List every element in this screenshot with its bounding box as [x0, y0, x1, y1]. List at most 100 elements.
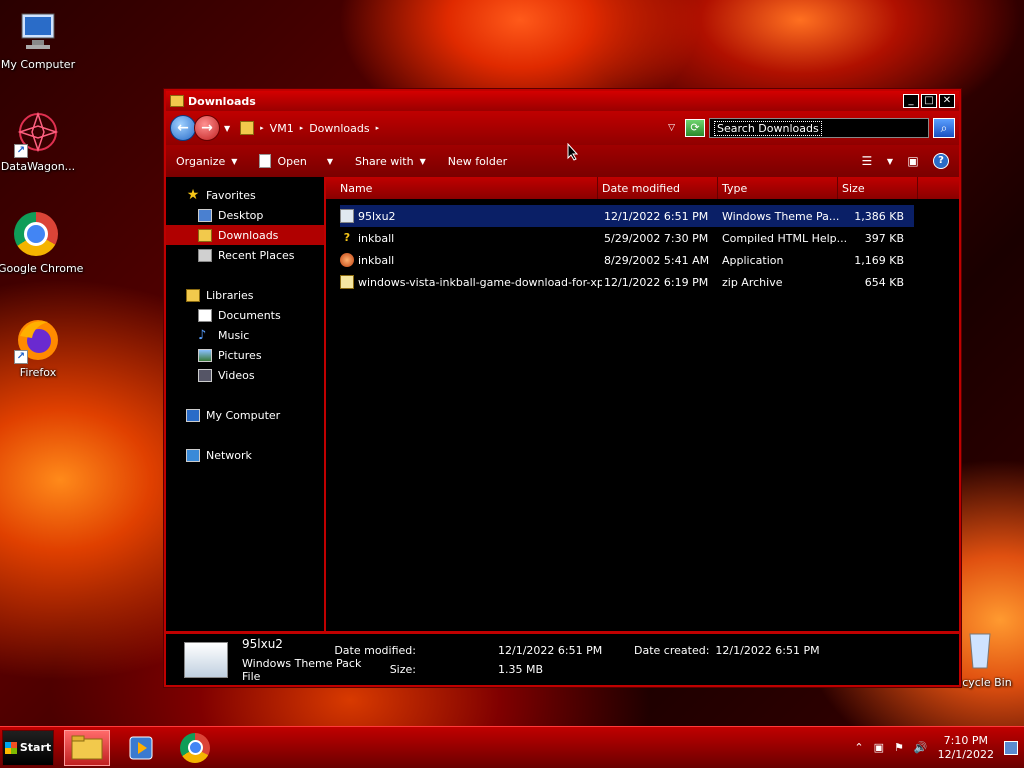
recent-pages-dropdown[interactable]: ▼ [224, 124, 230, 133]
title-bar[interactable]: Downloads _ □ ✕ [166, 91, 959, 111]
application-icon [340, 253, 354, 267]
chevron-down-icon[interactable]: ▼ [887, 157, 893, 166]
breadcrumb[interactable]: ▸ VM1 ▸ Downloads ▸ ▽ [234, 117, 681, 139]
start-button[interactable]: Start [2, 729, 54, 766]
column-name[interactable]: Name [326, 177, 598, 199]
nav-label: Recent Places [218, 248, 295, 262]
new-folder-button[interactable]: New folder [448, 155, 507, 168]
volume-icon[interactable]: 🔊 [914, 741, 928, 754]
nav-pictures[interactable]: Pictures [166, 345, 324, 365]
breadcrumb-item-downloads[interactable]: Downloads [309, 122, 369, 135]
breadcrumb-item-vm1[interactable]: VM1 [270, 122, 294, 135]
show-hidden-icons-icon[interactable]: ⌃ [854, 741, 863, 754]
file-size: 397 KB [864, 231, 904, 245]
column-type[interactable]: Type [718, 177, 838, 199]
file-name: inkball [358, 231, 395, 245]
taskbar-media-player[interactable] [118, 730, 164, 766]
navigation-pane: ★ Favorites Desktop Downloads Recent Pla… [166, 177, 326, 631]
desktop-icon-google-chrome[interactable]: Google Chrome [0, 212, 83, 275]
nav-videos[interactable]: Videos [166, 365, 324, 385]
action-center-icon[interactable]: ⚑ [894, 741, 904, 754]
taskbar-chrome[interactable] [172, 730, 218, 766]
file-row[interactable]: 95lxu2 12/1/2022 6:51 PM Windows Theme P… [340, 205, 914, 227]
computer-icon [186, 408, 200, 422]
back-button[interactable]: ← [170, 115, 196, 141]
organize-button[interactable]: Organize ▼ [176, 155, 237, 168]
forward-button[interactable]: → [194, 115, 220, 141]
nav-favorites[interactable]: ★ Favorites [166, 185, 324, 205]
desktop-icon-datawagon[interactable]: ↗ DataWagon... [0, 110, 78, 173]
breadcrumb-separator[interactable]: ▸ [376, 124, 380, 132]
nav-label: Documents [218, 308, 281, 322]
file-row[interactable]: inkball 8/29/2002 5:41 AM Application 1,… [340, 249, 959, 271]
file-type: zip Archive [722, 275, 783, 289]
column-date-modified[interactable]: Date modified [598, 177, 718, 199]
network-tray-icon[interactable]: ▣ [874, 741, 884, 754]
taskbar: Start ⌃ ▣ ⚑ 🔊 7:10 PM 12/1/2022 [0, 726, 1024, 768]
details-date-modified: 12/1/2022 6:51 PM [498, 643, 603, 657]
command-bar: Organize ▼ Open ▼ Share with ▼ New folder … [166, 145, 959, 177]
file-row[interactable]: ? inkball 5/29/2002 7:30 PM Compiled HTML… [340, 227, 959, 249]
close-button[interactable]: ✕ [939, 94, 955, 108]
help-file-icon: ? [343, 231, 351, 244]
help-icon[interactable]: ? [933, 153, 949, 169]
nav-documents[interactable]: Documents [166, 305, 324, 325]
new-folder-label: New folder [447, 154, 508, 168]
nav-libraries[interactable]: Libraries [166, 285, 324, 305]
address-dropdown-icon[interactable]: ▽ [668, 123, 675, 133]
search-input[interactable]: Search Downloads [709, 118, 929, 138]
recent-places-icon [198, 248, 212, 262]
media-player-icon [129, 736, 153, 759]
open-button[interactable]: Open ▼ [259, 154, 333, 168]
view-options-icon[interactable]: ☰ [859, 154, 875, 168]
show-desktop-button[interactable] [1004, 740, 1018, 755]
file-date: 12/1/2022 6:51 PM [604, 209, 709, 223]
music-icon: ♪ [198, 327, 207, 343]
nav-desktop[interactable]: Desktop [166, 205, 324, 225]
desktop-icon-firefox[interactable]: ↗ Firefox [0, 316, 78, 379]
clock[interactable]: 7:10 PM 12/1/2022 [938, 734, 994, 762]
nav-downloads[interactable]: Downloads [166, 225, 324, 245]
organize-label: Organize [176, 154, 226, 168]
refresh-button[interactable]: ⟳ [685, 119, 705, 137]
system-tray: ⌃ ▣ ⚑ 🔊 7:10 PM 12/1/2022 [854, 734, 1024, 762]
file-size: 654 KB [864, 275, 904, 289]
computer-icon [14, 8, 62, 56]
downloads-folder-icon [198, 228, 212, 242]
folder-icon [240, 121, 255, 135]
search-icon[interactable]: ⌕ [933, 118, 955, 138]
nav-my-computer[interactable]: My Computer [166, 405, 324, 425]
nav-music[interactable]: ♪ Music [166, 325, 324, 345]
taskbar-explorer[interactable] [64, 729, 110, 766]
breadcrumb-separator[interactable]: ▸ [300, 124, 304, 132]
mouse-cursor-icon [567, 143, 579, 161]
share-with-button[interactable]: Share with ▼ [355, 155, 426, 168]
search-placeholder: Search Downloads [714, 120, 822, 136]
file-row[interactable]: windows-vista-inkball-game-download-for-… [340, 271, 959, 293]
nav-label: Videos [218, 368, 255, 382]
desktop-icon-label: DataWagon... [0, 160, 76, 173]
shortcut-arrow-icon: ↗ [14, 350, 28, 364]
minimize-button[interactable]: _ [903, 94, 919, 108]
network-icon [186, 448, 200, 462]
datawagon-icon: ↗ [14, 110, 62, 158]
column-size[interactable]: Size [838, 177, 918, 199]
nav-network[interactable]: Network [166, 445, 324, 465]
folder-icon [170, 95, 184, 107]
preview-pane-icon[interactable]: ▣ [905, 154, 921, 168]
nav-label: Network [206, 448, 252, 462]
nav-label: Downloads [218, 228, 279, 242]
videos-icon [198, 368, 212, 382]
file-date: 5/29/2002 7:30 PM [604, 231, 709, 245]
maximize-button[interactable]: □ [921, 94, 937, 108]
desktop-icon-my-computer[interactable]: My Computer [0, 8, 78, 71]
nav-recent-places[interactable]: Recent Places [166, 245, 324, 265]
file-type: Windows Theme Pa... [722, 209, 840, 223]
details-size-label: Size: [389, 662, 416, 676]
chrome-icon [14, 212, 62, 260]
clock-date: 12/1/2022 [937, 747, 994, 761]
windows-logo-icon [4, 741, 17, 754]
nav-label: Pictures [218, 348, 262, 362]
file-list: 95lxu2 12/1/2022 6:51 PM Windows Theme P… [326, 199, 959, 293]
breadcrumb-separator[interactable]: ▸ [260, 124, 264, 132]
